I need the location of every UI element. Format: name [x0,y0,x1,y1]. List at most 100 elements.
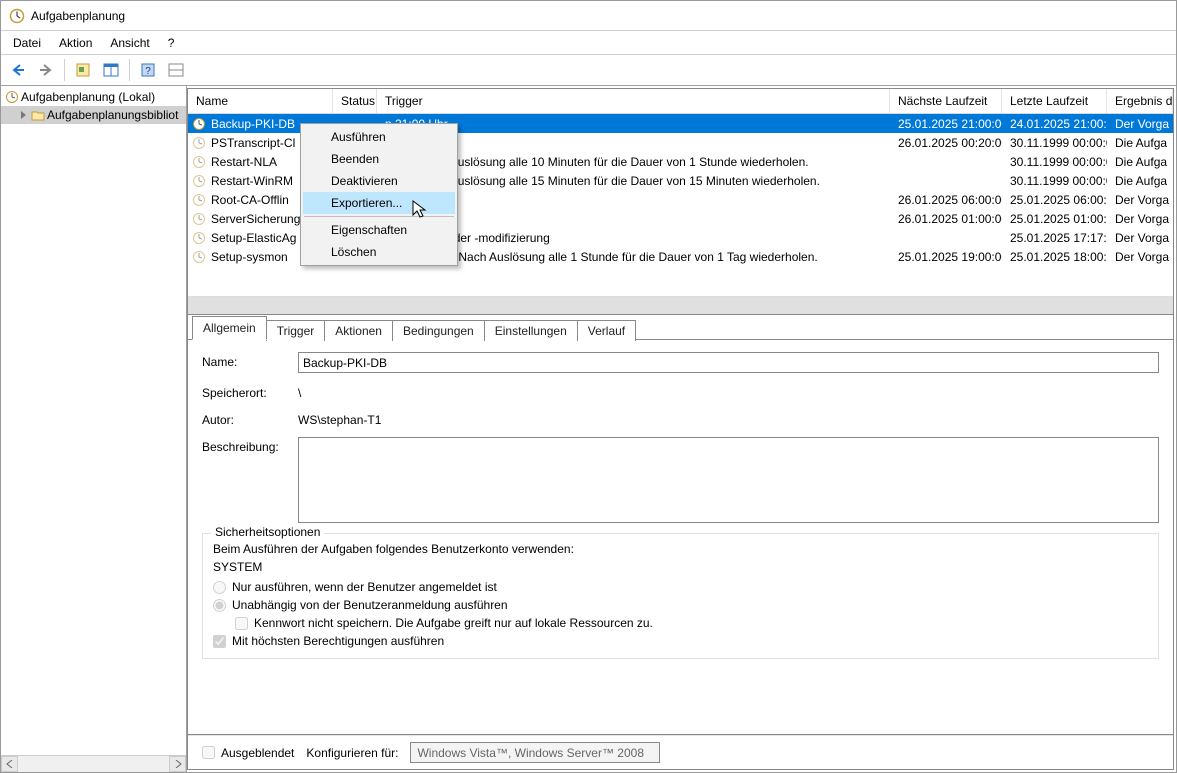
security-legend: Sicherheitsoptionen [211,525,324,539]
tab-conditions[interactable]: Bedingungen [392,320,485,341]
task-result: Der Vorga [1107,228,1173,247]
ctx-export[interactable]: Exportieren... [303,192,455,214]
configure-for-combo[interactable]: Windows Vista™, Windows Server™ 2008 [410,742,660,763]
scroll-right-button[interactable] [169,756,186,772]
task-last: 25.01.2025 06:00:00 [1002,190,1107,209]
expand-icon[interactable] [19,110,29,120]
col-trigger[interactable]: Trigger [377,89,890,113]
check-no-password[interactable]: Kennwort nicht speichern. Die Aufgabe gr… [235,616,1148,630]
task-last: 25.01.2025 01:00:00 [1002,209,1107,228]
task-result: Der Vorga [1107,209,1173,228]
name-label: Name: [202,352,298,369]
tab-actions[interactable]: Aktionen [324,320,393,341]
task-list-header: Name Status Trigger Nächste Laufzeit Let… [188,89,1173,114]
name-value: Backup-PKI-DB [303,356,387,370]
radio-logged-on-input[interactable] [213,581,226,594]
task-result: Der Vorga [1107,247,1173,266]
author-label: Autor: [202,410,298,427]
tab-history[interactable]: Verlauf [577,320,636,341]
tab-settings[interactable]: Einstellungen [484,320,578,341]
col-status[interactable]: Status [333,89,377,113]
task-name: Root-CA-Offlin [211,193,289,207]
account-label: Beim Ausführen der Aufgaben folgendes Be… [213,542,1148,556]
task-name: Setup-ElasticAg [211,231,296,245]
clock-icon [192,155,206,169]
account-value: SYSTEM [213,560,1148,574]
menu-help[interactable]: ? [160,34,183,52]
task-next [890,228,1002,247]
task-name: Backup-PKI-DB [211,117,295,131]
configure-for-value: Windows Vista™, Windows Server™ 2008 [417,746,644,760]
task-next: 26.01.2025 01:00:00 [890,209,1002,228]
task-next: 26.01.2025 06:00:00 [890,190,1002,209]
window-title: Aufgabenplanung [31,9,125,23]
task-last: 30.11.1999 00:00:00 [1002,171,1107,190]
menu-view[interactable]: Ansicht [102,34,157,52]
details-pane-button[interactable] [99,58,123,82]
menu-file[interactable]: Datei [5,34,49,52]
clock-icon [192,250,206,264]
tree-library[interactable]: Aufgabenplanungsbibliot [1,106,186,124]
task-next: 25.01.2025 21:00:00 [890,114,1002,133]
tree-root[interactable]: Aufgabenplanung (Lokal) [1,88,186,106]
app-icon [9,8,25,24]
check-highest-input[interactable] [213,635,226,648]
col-name[interactable]: Name [188,89,333,113]
clock-icon [192,231,206,245]
ctx-end[interactable]: Beenden [303,148,455,170]
svg-text:?: ? [145,66,151,77]
tab-trigger[interactable]: Trigger [266,320,326,341]
check-no-password-input[interactable] [235,617,248,630]
details-panel: Allgemein Trigger Aktionen Bedingungen E… [188,314,1173,769]
show-hide-tree-button[interactable] [71,58,95,82]
task-result: Die Aufga [1107,171,1173,190]
scroll-left-button[interactable] [1,756,18,772]
menu-action[interactable]: Aktion [51,34,100,52]
ctx-delete[interactable]: Löschen [303,241,455,263]
task-next [890,171,1002,190]
description-label: Beschreibung: [202,437,298,454]
task-last: 24.01.2025 21:00:00 [1002,114,1107,133]
col-result[interactable]: Ergebnis d [1107,89,1173,113]
author-value: WS\stephan-T1 [298,410,1159,427]
configure-for-label: Konfigurieren für: [306,746,398,760]
clock-icon [192,136,206,150]
ctx-deactivate[interactable]: Deaktivieren [303,170,455,192]
task-last: 30.11.1999 00:00:00 [1002,152,1107,171]
col-next[interactable]: Nächste Laufzeit [890,89,1002,113]
toolbar: ? [1,55,1176,86]
clock-icon [5,90,19,104]
check-hidden-input[interactable] [202,746,215,759]
task-result: Der Vorga [1107,190,1173,209]
forward-button[interactable] [34,58,58,82]
security-options: Sicherheitsoptionen Beim Ausführen der A… [202,533,1159,659]
tree-library-label: Aufgabenplanungsbibliot [47,108,178,122]
task-last: 30.11.1999 00:00:00 [1002,133,1107,152]
location-value: \ [298,383,1159,400]
panel-toggle-button[interactable] [164,58,188,82]
clock-icon [192,212,206,226]
name-field[interactable]: Backup-PKI-DB [298,352,1159,373]
clock-icon [192,117,206,131]
list-scrollbar[interactable] [188,296,1173,313]
check-hidden[interactable]: Ausgeblendet [202,746,294,760]
description-field[interactable] [298,437,1159,523]
titlebar: Aufgabenplanung [1,1,1176,31]
radio-logged-on[interactable]: Nur ausführen, wenn der Benutzer angemel… [213,580,1148,594]
back-button[interactable] [6,58,30,82]
check-highest-priv[interactable]: Mit höchsten Berechtigungen ausführen [213,634,1148,648]
tree-scrollbar[interactable] [1,755,186,772]
help-button[interactable]: ? [136,58,160,82]
radio-independent[interactable]: Unabhängig von der Benutzeranmeldung aus… [213,598,1148,612]
task-result: Die Aufga [1107,152,1173,171]
tree-panel: Aufgabenplanung (Lokal) Aufgabenplanungs… [1,86,187,772]
check-no-password-label: Kennwort nicht speichern. Die Aufgabe gr… [254,616,653,630]
task-result: Der Vorga [1107,114,1173,133]
col-last[interactable]: Letzte Laufzeit [1002,89,1107,113]
radio-independent-input[interactable] [213,599,226,612]
clock-icon [192,174,206,188]
ctx-properties[interactable]: Eigenschaften [303,219,455,241]
config-row: Ausgeblendet Konfigurieren für: Windows … [188,735,1173,769]
tab-general[interactable]: Allgemein [192,316,267,340]
ctx-run[interactable]: Ausführen [303,126,455,148]
